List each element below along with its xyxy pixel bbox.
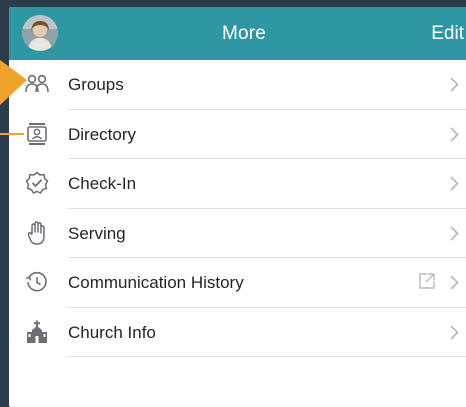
menu-item-communication-history[interactable]: Communication History <box>9 258 466 308</box>
page-title: More <box>221 23 267 44</box>
menu-item-label: Check-In <box>68 174 137 193</box>
menu-item-label: Church Info <box>68 322 156 342</box>
app-window: More Edit Groups Directory Check-In Serv… <box>9 7 466 407</box>
directory-icon <box>25 122 49 146</box>
chevron-right-icon <box>450 77 459 92</box>
menu-item-church-info[interactable]: Church Info <box>9 308 466 357</box>
menu-item-label: Serving <box>68 223 126 243</box>
edit-button[interactable]: Edit <box>431 7 464 60</box>
menu-item-serving[interactable]: Serving <box>9 209 466 258</box>
menu-item-label: Communication History <box>68 273 244 292</box>
divider <box>68 356 466 357</box>
chevron-right-icon <box>450 225 459 241</box>
check-in-icon <box>25 171 49 195</box>
chevron-right-icon <box>450 324 459 340</box>
serving-hand-icon <box>25 220 49 245</box>
chevron-right-icon <box>450 176 459 191</box>
menu-item-directory[interactable]: Directory <box>9 110 466 159</box>
menu-item-label: Directory <box>68 124 137 144</box>
menu-item-groups[interactable]: Groups <box>9 60 466 110</box>
external-link-icon <box>419 273 435 289</box>
menu-item-label: Groups <box>68 75 124 94</box>
more-menu-list: Groups Directory Check-In Serving Commun… <box>9 60 466 357</box>
callout-arrow <box>0 60 27 105</box>
chevron-right-icon <box>450 275 459 290</box>
history-clock-icon <box>25 270 49 294</box>
chevron-right-icon <box>450 126 459 142</box>
church-icon <box>25 320 49 344</box>
navigation-bar: More Edit <box>9 7 466 60</box>
menu-item-check-in[interactable]: Check-In <box>9 159 466 209</box>
callout-line <box>0 133 24 135</box>
